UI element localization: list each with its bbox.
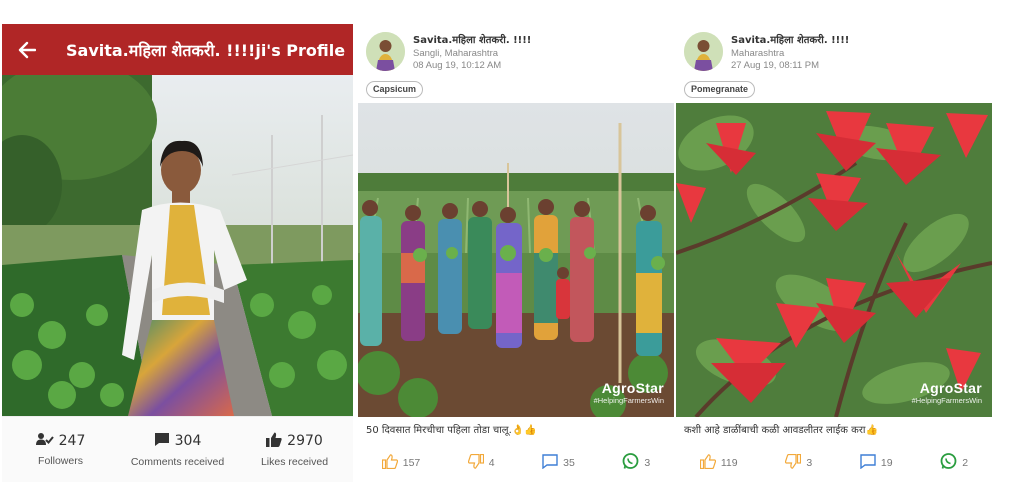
post-author[interactable]: Savita.महिला शेतकरी. !!!! [413,32,531,46]
post-image[interactable]: AgroStar #HelpingFarmersWin [676,103,992,417]
post-location: Sangli, Maharashtra [413,48,499,59]
profile-screen: Savita.महिला शेतकरी. !!!!ji's Profile 24… [2,24,353,482]
comment-count: 19 [880,457,893,469]
like-button[interactable]: 157 [381,454,421,472]
dislike-count: 4 [488,457,495,469]
avatar[interactable] [366,32,405,71]
post-card: Savita.महिला शेतकरी. !!!! Maharashtra 27… [676,24,992,482]
post-author[interactable]: Savita.महिला शेतकरी. !!!! [731,32,849,46]
likes-stat[interactable]: 2970 Likes received [240,432,350,468]
whatsapp-icon [622,453,639,473]
comment-count: 35 [563,457,575,469]
watermark: AgroStar #HelpingFarmersWin [594,380,664,405]
whatsapp-icon [940,453,957,473]
watermark-brand: AgroStar [919,380,982,396]
app-bar: Savita.महिला शेतकरी. !!!!ji's Profile [2,24,353,75]
screenshot-stage: Savita.महिला शेतकरी. !!!!ji's Profile 24… [0,0,1024,495]
thumbs-up-icon [266,432,282,451]
post-timestamp: 27 Aug 19, 08:11 PM [731,60,820,71]
dislike-button[interactable]: 4 [467,453,495,472]
post-caption: 50 दिवसात मिरचीचा पहिला तोडा चालू.👌👍 [366,425,537,436]
like-button[interactable]: 119 [699,454,738,472]
thumbs-down-icon [467,453,484,472]
like-count: 157 [402,457,421,469]
post-header: Savita.महिला शेतकरी. !!!! Sangli, Mahara… [358,24,674,82]
comment-icon [542,454,558,472]
followers-count: 247 [58,433,86,449]
thumbs-up-icon [381,454,398,472]
crop-tag[interactable]: Pomegranate [684,81,756,98]
followers-stat[interactable]: 247 Followers [6,432,116,467]
page-title: Savita.महिला शेतकरी. !!!!ji's Profile [66,40,346,60]
likes-count: 2970 [287,433,323,449]
watermark: AgroStar #HelpingFarmersWin [912,380,982,405]
followers-label: Followers [38,455,83,467]
post-actions: 157 4 35 3 [358,452,674,474]
post-card: Savita.महिला शेतकरी. !!!! Sangli, Mahara… [358,24,674,482]
watermark-hashtag: #HelpingFarmersWin [593,396,664,405]
comments-count: 304 [174,433,202,449]
like-count: 119 [720,457,738,469]
post-image[interactable]: AgroStar #HelpingFarmersWin [358,103,674,417]
watermark-hashtag: #HelpingFarmersWin [911,396,982,405]
comments-stat[interactable]: 304 Comments received [123,432,233,468]
profile-photo [2,75,353,416]
whatsapp-share-button[interactable]: 3 [622,453,650,473]
whatsapp-share-button[interactable]: 2 [940,453,968,473]
thumbs-down-icon [785,453,802,472]
post-timestamp: 08 Aug 19, 10:12 AM [413,60,502,71]
post-location: Maharashtra [731,48,785,59]
post-actions: 119 3 19 2 [676,452,992,474]
arrow-left-icon[interactable] [2,24,52,75]
comment-icon [154,432,170,451]
dislike-count: 3 [806,457,813,469]
comment-button[interactable]: 19 [860,454,893,472]
likes-label: Likes received [260,455,329,468]
thumbs-up-icon [699,454,716,472]
share-count: 3 [644,457,651,469]
crop-tag[interactable]: Capsicum [366,81,424,98]
comment-button[interactable]: 35 [542,454,575,472]
users-check-icon [35,432,54,450]
share-count: 2 [962,457,969,469]
comment-icon [860,454,876,472]
avatar[interactable] [684,32,723,71]
comments-label: Comments received [130,455,225,468]
profile-stats: 247 Followers 304 Comments received 2970… [2,416,353,482]
post-caption: कशी आहे डाळींबाची कळी आवडलीतर लाईक करा👍 [684,425,878,436]
watermark-brand: AgroStar [601,380,664,396]
dislike-button[interactable]: 3 [785,453,813,472]
post-header: Savita.महिला शेतकरी. !!!! Maharashtra 27… [676,24,992,82]
